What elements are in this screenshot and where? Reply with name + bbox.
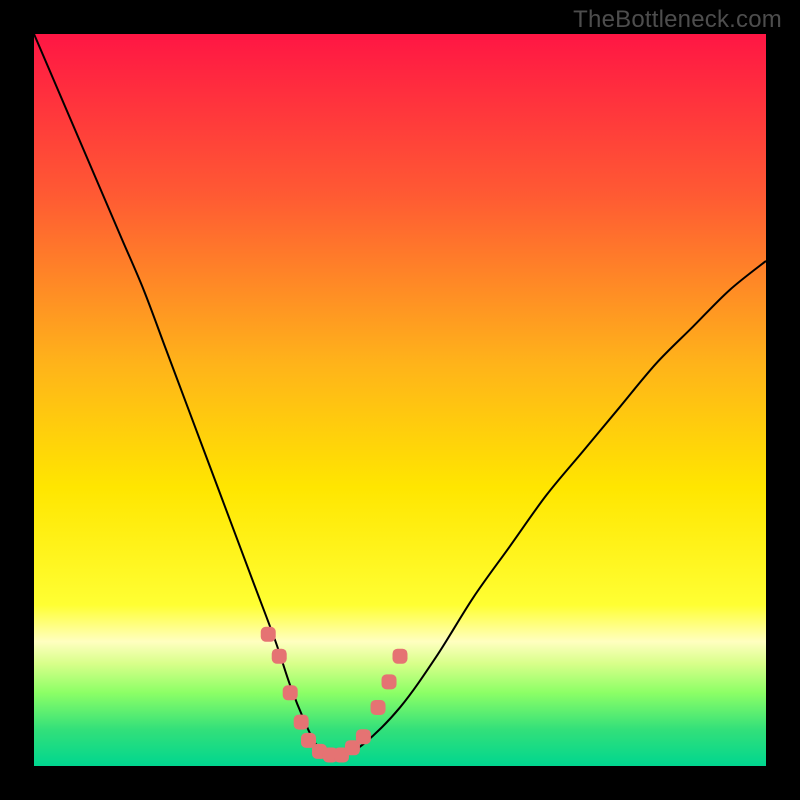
chart-svg (34, 34, 766, 766)
bottleneck-curve (34, 34, 766, 756)
data-point-marker (272, 649, 287, 664)
data-point-marker (382, 674, 397, 689)
watermark-text: TheBottleneck.com (573, 6, 782, 34)
data-point-marker (356, 729, 371, 744)
plot-area (34, 34, 766, 766)
chart-frame: TheBottleneck.com (0, 0, 800, 800)
data-point-marker (393, 649, 408, 664)
data-point-marker (294, 715, 309, 730)
data-point-marker (283, 685, 298, 700)
data-point-marker (261, 627, 276, 642)
data-point-marker (371, 700, 386, 715)
